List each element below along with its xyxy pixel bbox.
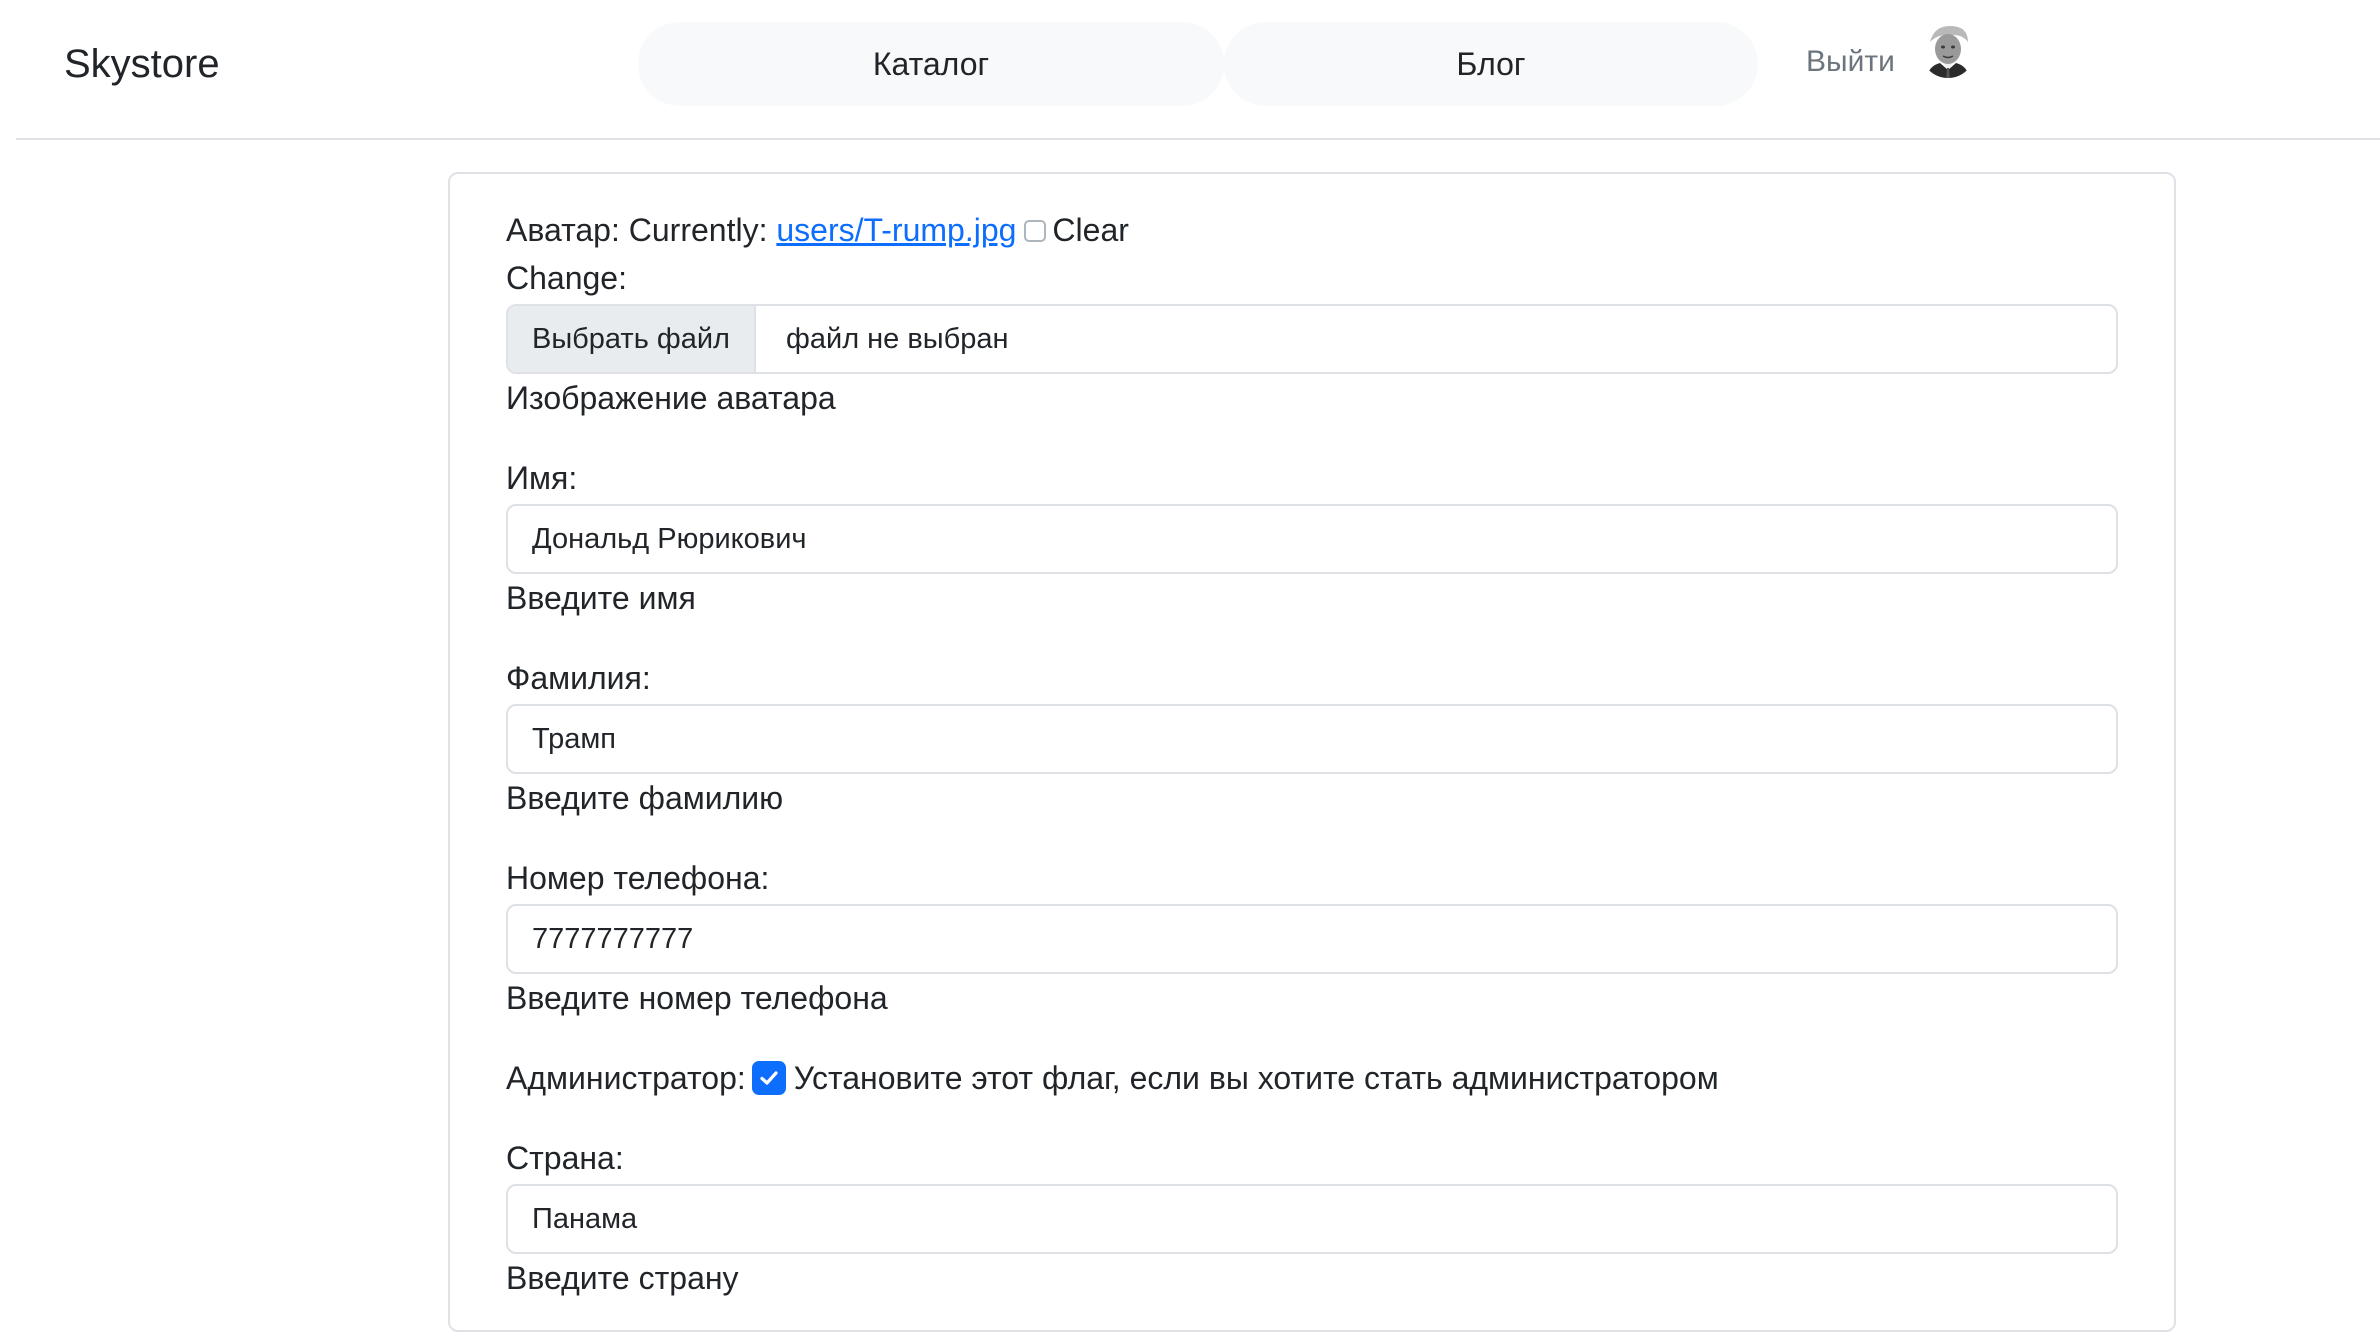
first-name-input[interactable]: Дональд Рюрикович (506, 504, 2118, 574)
clear-avatar-checkbox[interactable] (1024, 219, 1047, 242)
user-avatar-icon (1921, 24, 1975, 78)
profile-form-card: Аватар: Currently: users/T-rump.jpg Clear… (448, 172, 2176, 1332)
avatar-help-text: Изображение аватара (506, 380, 836, 416)
country-help-text: Введите страну (506, 1260, 739, 1296)
avatar-label: Аватар: (506, 212, 620, 248)
brand-logo[interactable]: Skystore (64, 38, 220, 90)
currently-label: Currently: (628, 212, 768, 248)
country-input[interactable]: Панама (506, 1184, 2118, 1254)
logout-link[interactable]: Выйти (1806, 42, 1895, 82)
last-name-label: Фамилия: (506, 660, 651, 696)
last-name-input[interactable]: Трамп (506, 704, 2118, 774)
choose-file-button[interactable]: Выбрать файл (508, 306, 756, 372)
last-name-help-text: Введите фамилию (506, 780, 784, 816)
first-name-label: Имя: (506, 460, 578, 496)
avatar[interactable] (1920, 22, 1976, 80)
admin-help-text: Установите этот флаг, если вы хотите ста… (793, 1060, 1719, 1096)
first-name-help-text: Введите имя (506, 580, 696, 616)
clear-label: Clear (1052, 212, 1129, 248)
current-avatar-link[interactable]: users/T-rump.jpg (776, 212, 1016, 248)
check-icon (760, 1070, 778, 1085)
country-label: Страна: (506, 1140, 624, 1176)
admin-checkbox[interactable] (751, 1060, 786, 1095)
change-label: Change: (506, 260, 627, 296)
navbar: Skystore Каталог Блог Выйти (16, 0, 2380, 140)
nav-blog-link[interactable]: Блог (1224, 22, 1758, 106)
admin-row: Администратор: Установите этот флаг, если… (506, 1058, 1719, 1098)
file-status: файл не выбран (786, 322, 1009, 355)
admin-label: Администратор: (506, 1060, 746, 1096)
phone-label: Номер телефона: (506, 860, 770, 896)
phone-help-text: Введите номер телефона (506, 980, 888, 1016)
phone-input[interactable]: 7777777777 (506, 904, 2118, 974)
avatar-file-input[interactable]: Выбрать файл файл не выбран (506, 304, 2118, 374)
avatar-row: Аватар: Currently: users/T-rump.jpg Clear (506, 210, 1129, 250)
nav-catalog-link[interactable]: Каталог (638, 22, 1224, 106)
